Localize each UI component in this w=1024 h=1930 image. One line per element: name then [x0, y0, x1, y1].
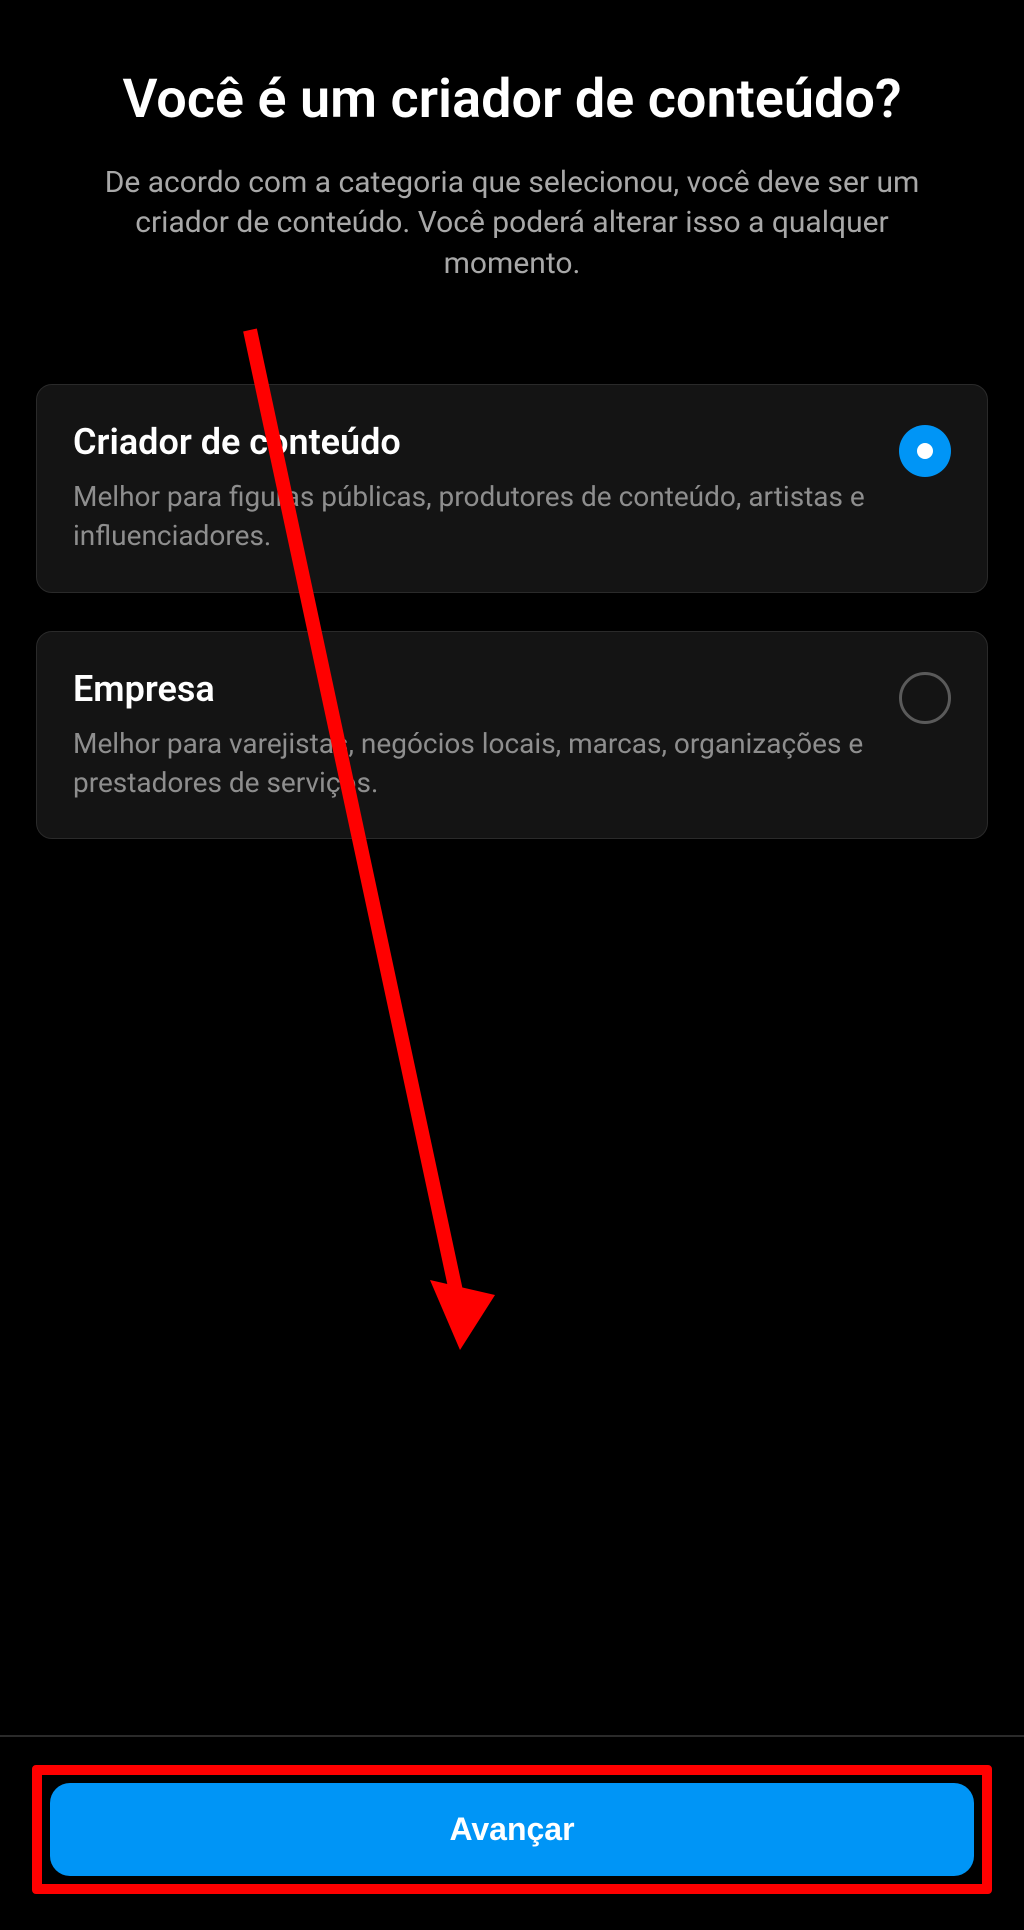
radio-unselected-icon[interactable]: [899, 672, 951, 724]
option-description: Melhor para figuras públicas, produtores…: [73, 477, 875, 555]
option-description: Melhor para varejistas, negócios locais,…: [73, 724, 875, 802]
options-container: Criador de conteúdo Melhor para figuras …: [0, 284, 1024, 839]
header-section: Você é um criador de conteúdo? De acordo…: [0, 0, 1024, 284]
footer-section: Avançar: [0, 1735, 1024, 1930]
page-title: Você é um criador de conteúdo?: [40, 68, 984, 133]
option-business[interactable]: Empresa Melhor para varejistas, negócios…: [36, 631, 988, 839]
option-creator[interactable]: Criador de conteúdo Melhor para figuras …: [36, 384, 988, 592]
annotation-highlight-box: Avançar: [32, 1765, 992, 1894]
next-button[interactable]: Avançar: [50, 1783, 974, 1876]
option-title: Empresa: [73, 668, 875, 710]
option-title: Criador de conteúdo: [73, 421, 875, 463]
option-content: Empresa Melhor para varejistas, negócios…: [73, 668, 899, 802]
page-subtitle: De acordo com a categoria que selecionou…: [40, 163, 984, 285]
radio-selected-icon[interactable]: [899, 425, 951, 477]
option-content: Criador de conteúdo Melhor para figuras …: [73, 421, 899, 555]
